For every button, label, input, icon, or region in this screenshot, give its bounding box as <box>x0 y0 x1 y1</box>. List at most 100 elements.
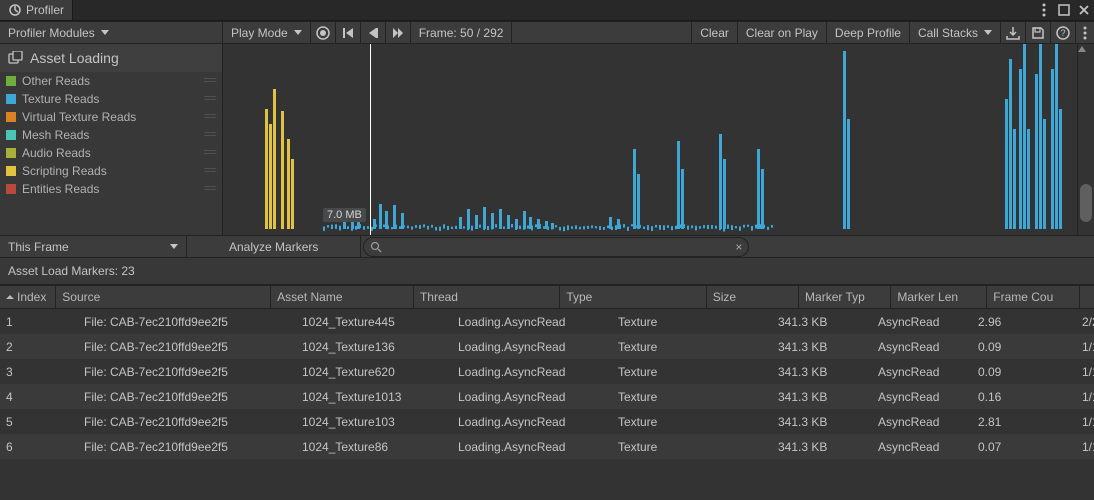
legend-label: Other Reads <box>22 74 90 88</box>
col-type[interactable]: Type <box>560 286 706 308</box>
legend-label: Scripting Reads <box>22 164 107 178</box>
cell-marker-type: AsyncRead <box>872 315 972 329</box>
asset-loading-chart[interactable]: 7.0 MB <box>223 44 1077 235</box>
y-axis-marker: 7.0 MB <box>323 208 366 222</box>
legend-item[interactable]: Audio Reads== <box>0 144 222 162</box>
legend-label: Virtual Texture Reads <box>22 110 136 124</box>
module-title[interactable]: Asset Loading <box>0 44 222 72</box>
frame-indicator: Frame: 50 / 292 <box>411 22 513 43</box>
first-frame-button[interactable] <box>336 22 361 43</box>
search-icon <box>370 241 382 253</box>
table-row[interactable]: 6File: CAB-7ec210ffd9ee2f51024_Texture86… <box>0 434 1094 459</box>
cell-index: 6 <box>0 440 60 454</box>
col-frame-count[interactable]: Frame Cou <box>987 286 1078 308</box>
cell-thread: Loading.AsyncRead <box>452 440 612 454</box>
analyze-markers-label: Analyze Markers <box>229 240 318 254</box>
legend-item[interactable]: Texture Reads == <box>0 90 222 108</box>
frame-scope-label: This Frame <box>8 240 69 254</box>
save-button[interactable] <box>1026 22 1051 43</box>
cell-asset: 1024_Texture620 <box>296 365 452 379</box>
cell-thread: Loading.AsyncRead <box>452 340 612 354</box>
search-field[interactable]: × <box>363 237 749 257</box>
cell-marker-len: 0.09 <box>972 340 1076 354</box>
cell-type: Texture <box>612 340 772 354</box>
cell-type: Texture <box>612 315 772 329</box>
cell-frame-count: 1/1 <box>1076 390 1094 404</box>
legend-swatch <box>6 148 16 158</box>
load-button[interactable] <box>1001 22 1026 43</box>
table-header: Index Source Asset Name Thread Type Size… <box>0 285 1094 309</box>
cell-index: 5 <box>0 415 60 429</box>
legend-item[interactable]: Virtual Texture Reads == <box>0 108 222 126</box>
legend-item[interactable]: Other Reads == <box>0 72 222 90</box>
col-index[interactable]: Index <box>0 286 56 308</box>
cell-type: Texture <box>612 415 772 429</box>
cell-thread: Loading.AsyncRead <box>452 365 612 379</box>
legend-label: Texture Reads <box>22 92 99 106</box>
profiler-modules-dropdown[interactable]: Profiler Modules <box>0 22 223 43</box>
analyze-markers-button[interactable]: Analyze Markers <box>187 236 361 257</box>
chart-vscroll[interactable] <box>1077 44 1094 235</box>
cell-size: 341.3 KB <box>772 340 872 354</box>
drag-handle-icon[interactable]: == <box>204 110 216 124</box>
deep-profile-button[interactable]: Deep Profile <box>827 22 910 43</box>
drag-handle-icon[interactable]: == <box>204 164 216 178</box>
cell-frame-count: 1/1 <box>1076 365 1094 379</box>
profiler-modules-label: Profiler Modules <box>8 26 95 40</box>
next-frame-button[interactable] <box>386 22 411 43</box>
drag-handle-icon[interactable]: == <box>204 146 216 160</box>
cell-thread: Loading.AsyncRead <box>452 415 612 429</box>
cell-size: 341.3 KB <box>772 390 872 404</box>
cell-asset: 1024_Texture86 <box>296 440 452 454</box>
deep-profile-label: Deep Profile <box>835 26 901 40</box>
cell-marker-len: 0.09 <box>972 365 1076 379</box>
help-button[interactable]: ? <box>1051 22 1076 43</box>
maximize-icon[interactable] <box>1057 3 1071 17</box>
legend-item[interactable]: Entities Reads== <box>0 180 222 198</box>
table-row[interactable]: 2File: CAB-7ec210ffd9ee2f51024_Texture13… <box>0 334 1094 359</box>
drag-handle-icon[interactable]: == <box>204 128 216 142</box>
drag-handle-icon[interactable]: == <box>204 74 216 88</box>
frame-scope-dropdown[interactable]: This Frame <box>0 236 187 257</box>
col-source[interactable]: Source <box>56 286 271 308</box>
playhead[interactable] <box>370 44 371 235</box>
cell-frame-count: 1/1 <box>1076 415 1094 429</box>
cell-size: 341.3 KB <box>772 415 872 429</box>
table-row[interactable]: 1File: CAB-7ec210ffd9ee2f51024_Texture44… <box>0 309 1094 334</box>
col-marker-length[interactable]: Marker Len <box>891 286 987 308</box>
call-stacks-dropdown[interactable]: Call Stacks <box>910 22 1001 43</box>
cell-asset: 1024_Texture1013 <box>296 390 452 404</box>
table-row[interactable]: 5File: CAB-7ec210ffd9ee2f51024_Texture10… <box>0 409 1094 434</box>
cell-asset: 1024_Texture136 <box>296 340 452 354</box>
cell-index: 4 <box>0 390 60 404</box>
cell-source: File: CAB-7ec210ffd9ee2f5 <box>78 390 296 404</box>
tab-profiler[interactable]: Profiler <box>0 0 73 20</box>
legend-item[interactable]: Scripting Reads == <box>0 162 222 180</box>
window-menu-icon[interactable] <box>1037 3 1051 17</box>
col-thread[interactable]: Thread <box>414 286 560 308</box>
col-asset-name[interactable]: Asset Name <box>271 286 414 308</box>
cell-marker-len: 0.07 <box>972 440 1076 454</box>
scroll-up-icon[interactable] <box>1078 46 1094 52</box>
drag-handle-icon[interactable]: == <box>204 182 216 196</box>
play-mode-dropdown[interactable]: Play Mode <box>223 22 311 43</box>
cell-type: Texture <box>612 440 772 454</box>
table-row[interactable]: 4 File: CAB-7ec210ffd9ee2f51024_Texture10… <box>0 384 1094 409</box>
clear-search-icon[interactable]: × <box>735 240 742 254</box>
clear-button[interactable]: Clear <box>691 22 738 43</box>
drag-handle-icon[interactable]: == <box>204 92 216 106</box>
scroll-thumb[interactable] <box>1080 184 1092 222</box>
context-menu-button[interactable] <box>1076 22 1094 43</box>
prev-frame-button[interactable] <box>361 22 386 43</box>
search-input[interactable] <box>382 239 731 255</box>
legend-swatch <box>6 184 16 194</box>
record-button[interactable] <box>311 22 336 43</box>
col-marker-type[interactable]: Marker Typ <box>799 286 891 308</box>
table-row[interactable]: 3File: CAB-7ec210ffd9ee2f51024_Texture62… <box>0 359 1094 384</box>
module-title-label: Asset Loading <box>30 50 119 66</box>
col-size[interactable]: Size <box>707 286 799 308</box>
cell-frame-count: 1/1 <box>1076 440 1094 454</box>
clear-on-play-button[interactable]: Clear on Play <box>738 22 827 43</box>
close-icon[interactable] <box>1077 3 1091 17</box>
legend-item[interactable]: Mesh Reads== <box>0 126 222 144</box>
